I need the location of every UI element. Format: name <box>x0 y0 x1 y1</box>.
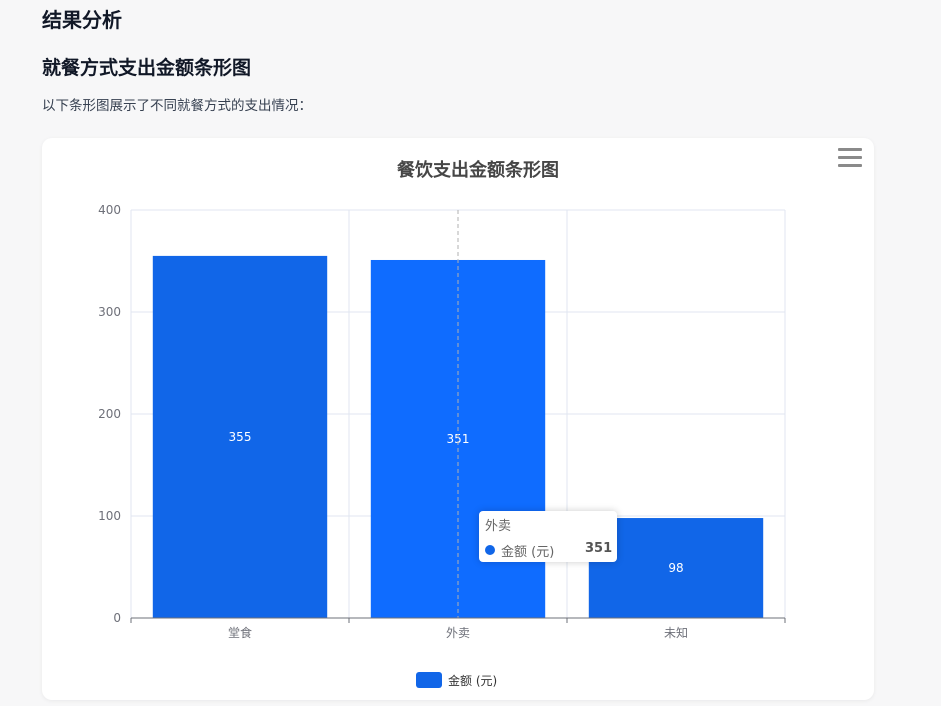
chart-card: 餐饮支出金额条形图 0 100 200 300 400 355 351 98 堂食 外卖 未知 金额 (… <box>42 138 874 700</box>
chart-tooltip: 外卖 金额 (元) 351 <box>479 511 617 562</box>
chart-description: 以下条形图展示了不同就餐方式的支出情况： <box>42 98 312 114</box>
bar-chart[interactable]: 餐饮支出金额条形图0100200300400355 35198堂食 外卖 未知金额 (… <box>42 138 874 700</box>
x-tick-label: 未知 <box>664 626 688 640</box>
y-tick-label: 0 <box>113 611 121 625</box>
legend-label[interactable]: 金额 (元) <box>448 673 497 688</box>
chart-title: 餐饮支出金额条形图 <box>396 159 559 181</box>
y-tick-label: 200 <box>98 407 121 421</box>
section-heading: 结果分析 <box>42 8 122 32</box>
chart-section-title: 就餐方式支出金额条形图 <box>42 57 252 79</box>
bar-data-label: 355 <box>229 430 252 444</box>
y-tick-label: 400 <box>98 203 121 217</box>
x-tick-label: 堂食 <box>228 625 252 640</box>
y-tick-label: 100 <box>98 509 121 523</box>
x-tick-label: 外卖 <box>446 626 470 640</box>
tooltip-series-dot <box>485 545 495 555</box>
legend-swatch[interactable] <box>416 672 442 688</box>
tooltip-value: 351 <box>585 541 613 556</box>
tooltip-series-name: 金额 (元) <box>501 545 555 560</box>
y-tick-label: 300 <box>98 305 121 319</box>
bar-data-label: 98 <box>668 561 683 575</box>
tooltip-title: 外卖 <box>485 519 512 534</box>
